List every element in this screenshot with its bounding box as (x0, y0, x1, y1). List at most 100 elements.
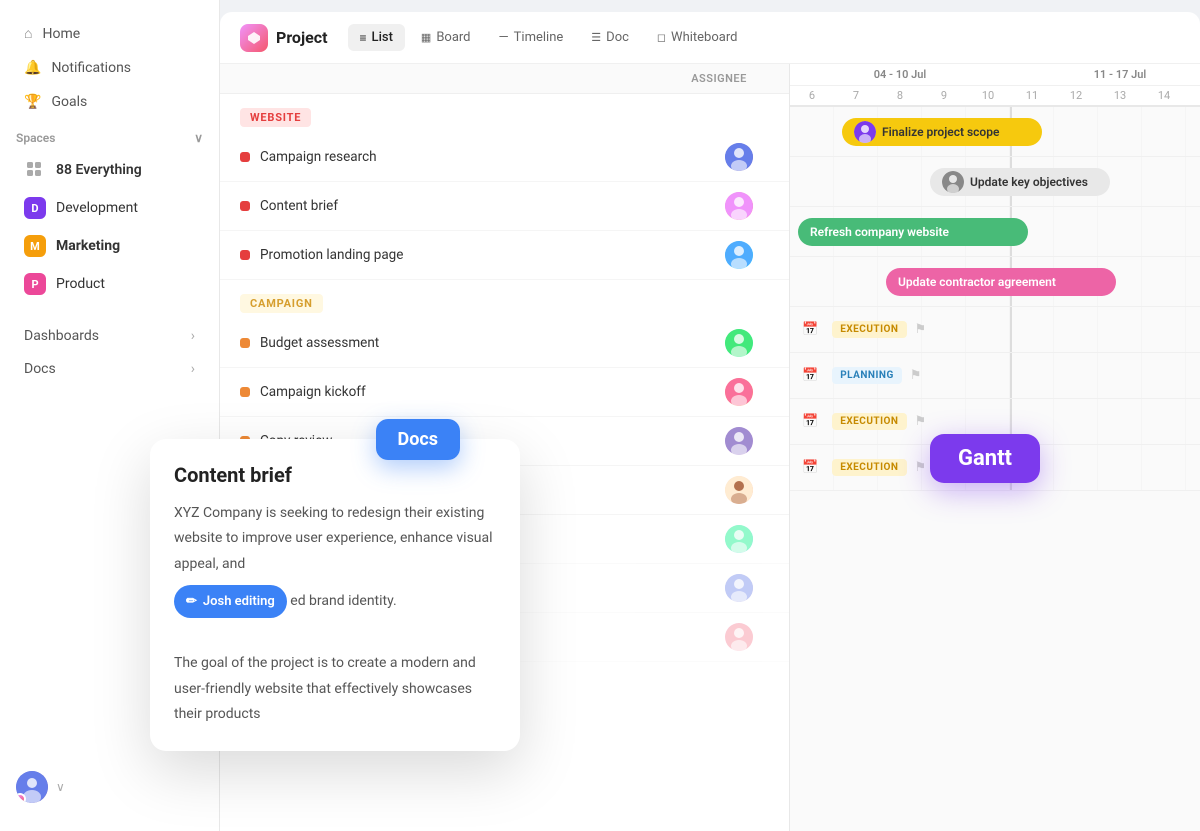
status-badge: EXECUTION (832, 459, 906, 476)
sidebar-item-goals[interactable]: 🏆 Goals (8, 86, 211, 118)
bar-label: Refresh company website (810, 225, 949, 239)
task-status-dot (240, 338, 250, 348)
day-6: 6 (790, 86, 834, 105)
sidebar-item-marketing[interactable]: M Marketing (8, 228, 211, 264)
sidebar-item-home[interactable]: ⌂ Home (8, 17, 211, 50)
avatar (725, 427, 753, 455)
task-name-cell: Campaign kickoff (240, 384, 709, 400)
status-badge: PLANNING (832, 367, 902, 384)
flag-icon: ⚑ (915, 460, 927, 475)
task-assignee (709, 192, 769, 220)
gantt-cell (1142, 399, 1186, 444)
development-badge: D (24, 197, 46, 219)
spaces-section-header: Spaces ∨ (0, 119, 219, 151)
whiteboard-icon: ◻ (657, 31, 666, 44)
gantt-cell (1142, 257, 1186, 306)
gantt-cell (1054, 107, 1098, 156)
sidebar-goals-label: Goals (51, 94, 87, 110)
marketing-badge: M (24, 235, 46, 257)
task-name-cell: Content brief (240, 198, 709, 214)
calendar-icon: 📅 (802, 322, 818, 337)
user-avatar (16, 771, 48, 803)
gantt-row-3: Refresh company website (790, 207, 1200, 257)
day-11: 11 (1010, 86, 1054, 105)
task-status-dot (240, 201, 250, 211)
project-title: Project (276, 28, 328, 47)
task-assignee (709, 329, 769, 357)
flag-icon: ⚑ (915, 322, 927, 337)
gantt-cell (1142, 207, 1186, 256)
docs-popup: Docs Content brief XYZ Company is seekin… (150, 439, 520, 751)
gantt-cell (790, 157, 834, 206)
docs-label: Docs (24, 361, 56, 377)
task-row[interactable]: Campaign research (220, 133, 789, 182)
gantt-cell (1054, 307, 1098, 352)
day-9: 9 (922, 86, 966, 105)
bar-label: Update contractor agreement (898, 275, 1056, 289)
sidebar-item-everything[interactable]: 88 Everything (8, 152, 211, 188)
gantt-days-week2: 11 12 13 14 (1010, 86, 1200, 105)
josh-editing-badge[interactable]: ✏ Josh editing (174, 585, 287, 618)
gantt-cell (966, 353, 1010, 398)
gantt-cell (1098, 207, 1142, 256)
week1-label: 04 - 10 Jul (790, 64, 1010, 86)
tab-list[interactable]: ≡ List (348, 24, 405, 51)
sidebar-item-dashboards[interactable]: Dashboards › (8, 320, 211, 352)
marketing-label: Marketing (56, 238, 120, 254)
timeline-icon: — (499, 30, 509, 45)
task-name: Content brief (260, 198, 338, 214)
sidebar-item-development[interactable]: D Development (8, 190, 211, 226)
task-row[interactable]: Content brief (220, 182, 789, 231)
josh-editing-label: Josh editing (203, 590, 275, 613)
everything-count: 88 Everything (56, 162, 142, 178)
sidebar-item-docs[interactable]: Docs › (8, 353, 211, 385)
status-row: 📅 PLANNING ⚑ (790, 353, 933, 398)
week-group-1: 04 - 10 Jul 6 7 8 9 10 (790, 64, 1010, 105)
spaces-label: Spaces (16, 131, 55, 145)
gantt-row-2: Update key objectives (790, 157, 1200, 207)
gantt-tag: Gantt (930, 434, 1040, 483)
gantt-bar-contractor: Update contractor agreement (886, 268, 1116, 296)
calendar-icon: 📅 (802, 414, 818, 429)
task-assignee (709, 378, 769, 406)
gantt-cell (1142, 107, 1186, 156)
task-name: Campaign research (260, 149, 377, 165)
user-profile-area[interactable]: ∨ (0, 759, 219, 815)
tab-board[interactable]: ▦ Board (409, 24, 483, 51)
development-label: Development (56, 200, 138, 216)
gantt-cell (878, 157, 922, 206)
gantt-bar-objectives: Update key objectives (930, 168, 1110, 196)
product-label: Product (56, 276, 105, 292)
gantt-cell (1010, 353, 1054, 398)
project-icon (240, 24, 268, 52)
bar-avatar (942, 171, 964, 193)
gantt-cell (1098, 399, 1142, 444)
avatar (725, 623, 753, 651)
tab-whiteboard[interactable]: ◻ Whiteboard (645, 24, 750, 51)
task-row[interactable]: Promotion landing page (220, 231, 789, 280)
task-name-cell: Promotion landing page (240, 247, 709, 263)
sidebar-item-notifications[interactable]: 🔔 Notifications (8, 52, 211, 84)
status-row: 📅 EXECUTION ⚑ (790, 445, 938, 490)
task-status-dot (240, 250, 250, 260)
docs-popup-text: XYZ Company is seeking to redesign their… (174, 501, 496, 727)
task-row[interactable]: Budget assessment (220, 319, 789, 368)
gantt-cell (1010, 307, 1054, 352)
task-assignee (709, 623, 769, 651)
tab-doc[interactable]: ☰ Doc (579, 24, 641, 51)
task-row[interactable]: Campaign kickoff (220, 368, 789, 417)
bell-icon: 🔔 (24, 60, 41, 76)
sidebar-home-label: Home (42, 26, 80, 42)
gantt-cell (1098, 445, 1142, 490)
gantt-cell (1098, 307, 1142, 352)
gantt-cell (1142, 445, 1186, 490)
avatar (725, 574, 753, 602)
gantt-cell (790, 107, 834, 156)
sidebar-item-product[interactable]: P Product (8, 266, 211, 302)
task-assignee (709, 525, 769, 553)
task-name-cell: Budget assessment (240, 335, 709, 351)
calendar-icon: 📅 (802, 460, 818, 475)
gantt-cell (1054, 353, 1098, 398)
gantt-bar-refresh: Refresh company website (798, 218, 1028, 246)
tab-timeline[interactable]: — Timeline (487, 24, 576, 51)
